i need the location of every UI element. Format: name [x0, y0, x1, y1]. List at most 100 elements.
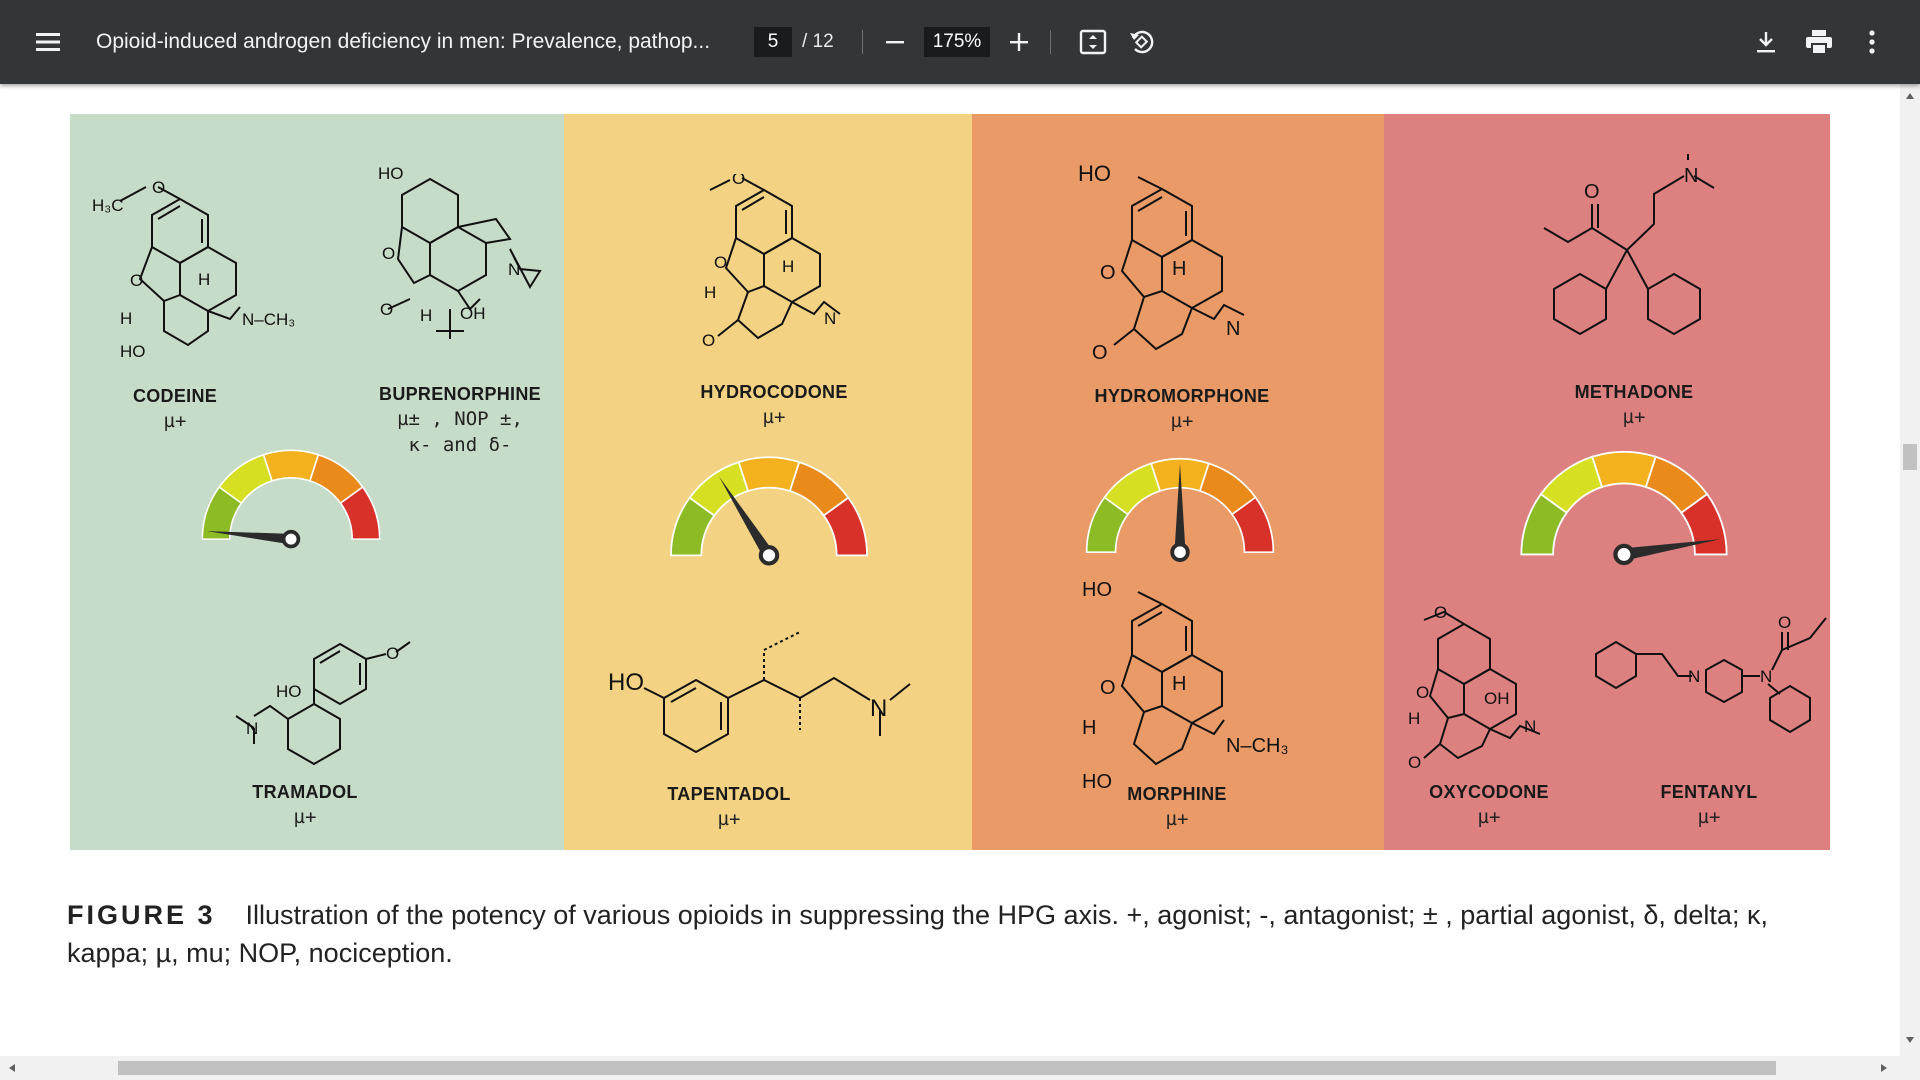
codeine-structure: H₃CO OH HHO N–CH₃ — [92, 178, 295, 359]
codeine-label: CODEINE — [132, 386, 218, 406]
svg-text:O: O — [386, 644, 399, 663]
svg-text:OH: OH — [1484, 689, 1510, 708]
svg-text:HO: HO — [608, 669, 644, 696]
svg-text:H: H — [704, 283, 716, 302]
zoom-level-input[interactable]: 175% — [924, 27, 990, 57]
tapentadol-label: TAPENTADOL — [667, 784, 791, 804]
svg-text:O: O — [152, 178, 165, 197]
print-icon[interactable] — [1804, 0, 1834, 84]
more-vert-icon[interactable] — [1862, 0, 1882, 84]
svg-text:N: N — [246, 719, 258, 738]
svg-text:N: N — [1684, 165, 1698, 187]
svg-text:O: O — [130, 271, 143, 290]
svg-text:H: H — [1408, 709, 1420, 728]
vertical-scrollbar[interactable] — [1900, 84, 1920, 1056]
panel-very-high-potency: O N METHADONE µ+ O O OH H O N OXYCODONE µ+… — [1384, 114, 1830, 850]
gauge-panel-4 — [1520, 450, 1728, 566]
buprenorphine-structure: HO O O N OH H — [378, 164, 542, 339]
svg-text:H: H — [1172, 673, 1186, 695]
gauge-panel-2 — [670, 456, 868, 566]
download-icon[interactable] — [1752, 0, 1780, 84]
methadone-structure: O N — [1543, 154, 1715, 336]
svg-text:O: O — [714, 253, 727, 272]
panel-high-potency: HO O H N O HYDROMORPHONE µ+ HO O H H N–C… — [972, 114, 1384, 850]
rotate-icon[interactable] — [1126, 0, 1156, 84]
svg-text:H₃C: H₃C — [92, 196, 123, 215]
svg-text:O: O — [1100, 677, 1116, 699]
morphine-label: MORPHINE — [1127, 784, 1227, 804]
oxycodone-structure: O O OH H O N — [1408, 603, 1541, 772]
scroll-down-icon[interactable] — [1905, 1036, 1915, 1044]
panel-weak-potency: H₃C O OH H HO N–CH₃ HO O ON OH H CODEINE… — [70, 114, 564, 850]
svg-text:N: N — [1688, 667, 1700, 686]
svg-text:O: O — [1416, 683, 1429, 702]
svg-text:N: N — [1524, 717, 1536, 736]
morphine-structure: HO O H H N–CH₃ HO — [1082, 579, 1289, 793]
svg-text:H: H — [420, 306, 432, 325]
scroll-up-icon[interactable] — [1905, 92, 1915, 100]
fentanyl-label: FENTANYL — [1660, 782, 1758, 802]
tapentadol-activity: µ+ — [717, 808, 741, 830]
gauge-segment — [1591, 450, 1657, 489]
gauge-panel-3 — [1085, 458, 1275, 562]
svg-text:O: O — [702, 331, 715, 350]
fentanyl-structure: N N O — [1595, 614, 1827, 734]
svg-text:N: N — [1760, 667, 1772, 686]
svg-text:O: O — [732, 174, 745, 188]
pdf-toolbar: Opioid-induced androgen deficiency in me… — [0, 0, 1920, 84]
page-total: / 12 — [802, 31, 834, 52]
svg-text:H: H — [198, 270, 210, 289]
gauge-panel-1 — [201, 449, 381, 549]
oxycodone-label: OXYCODONE — [1429, 782, 1549, 802]
scroll-right-icon[interactable] — [1880, 1063, 1888, 1073]
svg-text:O: O — [1778, 614, 1791, 632]
svg-text:H: H — [1172, 258, 1186, 280]
tramadol-label: TRAMADOL — [252, 782, 358, 802]
scroll-left-icon[interactable] — [8, 1063, 16, 1073]
methadone-label: METHADONE — [1574, 382, 1694, 402]
hydromorphone-activity: µ+ — [1170, 410, 1194, 432]
svg-text:O: O — [1100, 262, 1116, 284]
hydrocodone-activity: µ+ — [762, 406, 786, 428]
codeine-activity: µ+ — [163, 410, 187, 432]
horizontal-scroll-thumb[interactable] — [118, 1061, 1776, 1075]
buprenorphine-label: BUPRENORPHINE — [379, 384, 541, 404]
hydrocodone-structure: O O H H O N — [702, 174, 841, 350]
zoom-in-icon[interactable] — [1004, 0, 1034, 84]
document-title: Opioid-induced androgen deficiency in me… — [96, 30, 711, 53]
gauge-hub — [758, 545, 780, 566]
svg-text:O: O — [1092, 342, 1108, 364]
horizontal-scrollbar[interactable] — [0, 1056, 1920, 1080]
hydromorphone-label: HYDROMORPHONE — [1094, 386, 1270, 406]
svg-text:N: N — [1226, 318, 1240, 340]
page-number-input[interactable]: 5 — [754, 27, 792, 57]
figure-label: FIGURE 3 — [67, 900, 216, 930]
svg-text:O: O — [1408, 753, 1421, 772]
buprenorphine-activity-2: κ- and δ- — [408, 434, 512, 456]
svg-text:N–CH₃: N–CH₃ — [242, 310, 295, 329]
svg-text:N: N — [870, 695, 887, 722]
hydromorphone-structure: HO O H N O — [1078, 161, 1245, 364]
fit-page-icon[interactable] — [1078, 0, 1108, 84]
toolbar-divider — [1050, 30, 1051, 54]
svg-text:HO: HO — [1082, 579, 1112, 601]
gauge-hub — [1170, 542, 1190, 562]
hydrocodone-label: HYDROCODONE — [700, 382, 848, 402]
oxycodone-activity: µ+ — [1477, 806, 1501, 828]
svg-text:O: O — [380, 300, 393, 319]
toolbar-divider — [862, 30, 863, 54]
svg-text:N: N — [508, 260, 520, 279]
svg-text:N–CH₃: N–CH₃ — [1226, 735, 1289, 757]
figure-caption: FIGURE 3 Illustration of the potency of v… — [67, 896, 1787, 972]
svg-text:H: H — [1082, 717, 1096, 739]
tapentadol-structure: HO N — [608, 631, 911, 754]
svg-text:O: O — [382, 244, 395, 263]
vertical-scroll-thumb[interactable] — [1903, 444, 1917, 470]
menu-icon[interactable] — [34, 0, 62, 84]
document-viewer[interactable]: H₃C O OH H HO N–CH₃ HO O ON OH H CODEINE… — [0, 84, 1900, 1056]
svg-text:OH: OH — [460, 304, 486, 323]
gauge-hub — [281, 529, 301, 549]
svg-text:HO: HO — [120, 342, 146, 359]
methadone-activity: µ+ — [1622, 406, 1646, 428]
zoom-out-icon[interactable] — [880, 0, 910, 84]
